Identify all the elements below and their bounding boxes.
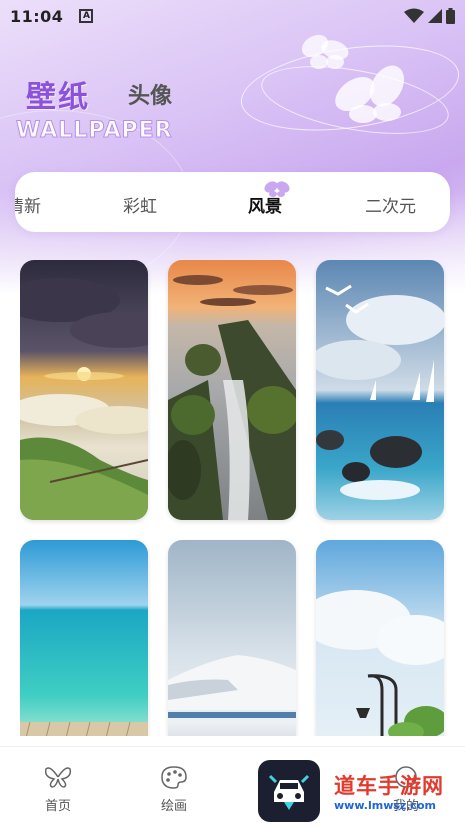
tab-fresh[interactable]: 清新: [15, 192, 41, 217]
wallpaper-card[interactable]: [168, 540, 296, 736]
car-logo-icon: [268, 774, 310, 810]
watermark-text: 道车手游网: [334, 774, 444, 798]
category-tabs: 清新 彩虹 风景 二次元: [15, 172, 450, 232]
butterfly-decoration: [301, 34, 405, 123]
wallpaper-image: [316, 260, 444, 520]
status-icons: [404, 8, 455, 24]
tab-rainbow[interactable]: 彩虹: [123, 192, 157, 217]
wallpaper-grid: [20, 260, 450, 736]
wallpaper-image: [20, 260, 148, 520]
wifi-icon: [404, 8, 424, 23]
notification-icon: A: [79, 9, 94, 23]
tab-anime[interactable]: 二次元: [365, 192, 416, 217]
palette-icon: [161, 766, 187, 789]
nav-label: 绘画: [160, 799, 187, 814]
wallpaper-image: [168, 540, 296, 736]
wallpaper-image: [316, 540, 444, 736]
wallpaper-image: [20, 540, 148, 736]
tab-scenery[interactable]: 风景: [248, 192, 282, 217]
wallpaper-card[interactable]: [168, 260, 296, 520]
butterfly-icon: [44, 767, 72, 788]
nav-home[interactable]: 首页: [28, 765, 88, 814]
header-banner: [0, 0, 465, 300]
nav-label: 首页: [44, 799, 71, 814]
status-time: 11:04: [10, 6, 64, 26]
status-bar: 11:04 A: [0, 0, 465, 32]
page-title[interactable]: 壁纸: [26, 72, 90, 116]
center-action-button[interactable]: [258, 760, 320, 822]
wallpaper-image: [168, 260, 296, 520]
nav-drawing[interactable]: 绘画: [144, 765, 204, 814]
wallpaper-card[interactable]: [20, 540, 148, 736]
battery-icon: [446, 8, 455, 24]
site-watermark: 道车手游网 www.lmwsz.com: [334, 770, 462, 812]
signal-icon: [428, 9, 442, 23]
page-title-english: WALLPAPER: [16, 118, 173, 144]
wallpaper-card[interactable]: [316, 540, 444, 736]
avatar-tab[interactable]: 头像: [128, 78, 172, 110]
wallpaper-card[interactable]: [316, 260, 444, 520]
watermark-url: www.lmwsz.com: [334, 799, 437, 812]
wallpaper-card[interactable]: [20, 260, 148, 520]
